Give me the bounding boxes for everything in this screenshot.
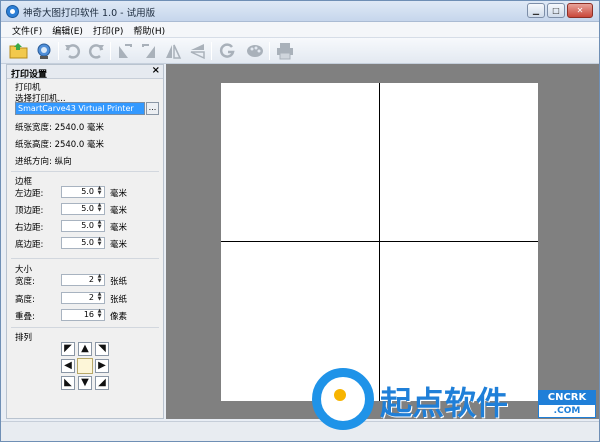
size-heading: 大小 bbox=[15, 265, 33, 275]
redo-icon[interactable] bbox=[86, 41, 106, 61]
top-margin-unit: 毫米 bbox=[110, 206, 128, 216]
stepper-arrows-icon[interactable]: ▲ ▼ bbox=[96, 203, 103, 215]
menu-bar: 文件(F) 编辑(E) 打印(P) 帮助(H) bbox=[1, 22, 599, 38]
height-value: 2 bbox=[88, 293, 94, 302]
paper-height-text: 纸张高度: 2540.0 毫米 bbox=[15, 140, 105, 150]
arrange-bottom-button[interactable]: ▼ bbox=[78, 376, 92, 390]
width-label: 宽度: bbox=[15, 277, 35, 287]
overlap-value: 16 bbox=[83, 310, 94, 319]
paper-preview[interactable] bbox=[221, 83, 538, 401]
margins-heading: 边框 bbox=[15, 177, 33, 187]
right-margin-stepper[interactable]: 5.0 ▲ ▼ bbox=[61, 220, 105, 232]
toolbar bbox=[1, 38, 599, 64]
left-margin-unit: 毫米 bbox=[110, 189, 128, 199]
paper-width-text: 纸张宽度: 2540.0 毫米 bbox=[15, 123, 105, 133]
arrange-top-left-button[interactable]: ◤ bbox=[61, 342, 75, 356]
printer-field[interactable]: SmartCarve43 Virtual Printer bbox=[15, 102, 145, 115]
arrange-bottom-right-button[interactable]: ◢ bbox=[95, 376, 109, 390]
section-divider bbox=[11, 258, 159, 259]
overlap-unit: 像素 bbox=[110, 312, 128, 322]
window-controls: ▁ □ ✕ bbox=[527, 3, 593, 18]
bottom-margin-value: 5.0 bbox=[81, 238, 94, 247]
stepper-arrows-icon[interactable]: ▲ ▼ bbox=[96, 292, 103, 304]
stepper-arrows-icon[interactable]: ▲ ▼ bbox=[96, 237, 103, 249]
height-unit: 张纸 bbox=[110, 295, 128, 305]
height-label: 高度: bbox=[15, 295, 35, 305]
left-margin-value: 5.0 bbox=[81, 187, 94, 196]
tile-divider-vertical bbox=[379, 83, 380, 401]
watermark-badge-top: CNCRK bbox=[539, 391, 595, 405]
height-stepper[interactable]: 2 ▲ ▼ bbox=[61, 292, 105, 304]
g-icon[interactable] bbox=[217, 41, 237, 61]
panel-close-button[interactable]: × bbox=[152, 65, 160, 76]
section-divider bbox=[11, 171, 159, 172]
menu-help[interactable]: 帮助(H) bbox=[128, 22, 170, 37]
app-icon bbox=[6, 5, 19, 18]
watermark-logo-icon bbox=[312, 368, 374, 430]
overlap-label: 重叠: bbox=[15, 312, 35, 322]
flip-right-icon[interactable] bbox=[139, 41, 159, 61]
arrange-left-button[interactable]: ◀ bbox=[61, 359, 75, 373]
width-stepper[interactable]: 2 ▲ ▼ bbox=[61, 274, 105, 286]
menu-file[interactable]: 文件(F) bbox=[7, 22, 47, 37]
print-settings-panel: 打印设置 × 打印机 选择打印机... SmartCarve43 Virtual… bbox=[6, 64, 164, 419]
section-divider bbox=[11, 327, 159, 328]
arrange-grid: ◤ ▲ ◥ ◀ ▶ ◣ ▼ ◢ bbox=[61, 342, 111, 392]
top-margin-stepper[interactable]: 5.0 ▲ ▼ bbox=[61, 203, 105, 215]
panel-title: 打印设置 bbox=[11, 70, 48, 80]
browse-printer-button[interactable]: ... bbox=[146, 102, 159, 115]
flip-left-icon[interactable] bbox=[115, 41, 135, 61]
camera-icon[interactable] bbox=[34, 41, 54, 61]
width-value: 2 bbox=[88, 275, 94, 284]
stepper-arrows-icon[interactable]: ▲ ▼ bbox=[96, 220, 103, 232]
toolbar-separator bbox=[211, 42, 212, 60]
top-margin-label: 顶边距: bbox=[15, 206, 44, 216]
stepper-arrows-icon[interactable]: ▲ ▼ bbox=[96, 186, 103, 198]
window-title: 神奇大图打印软件 1.0 - 试用版 bbox=[23, 8, 156, 19]
arrange-right-button[interactable]: ▶ bbox=[95, 359, 109, 373]
bottom-margin-stepper[interactable]: 5.0 ▲ ▼ bbox=[61, 237, 105, 249]
feed-direction-text: 进纸方向: 纵向 bbox=[15, 157, 72, 167]
toolbar-separator bbox=[269, 42, 270, 60]
arrange-center-button[interactable] bbox=[77, 358, 93, 374]
mirror-horizontal-icon[interactable] bbox=[163, 41, 183, 61]
left-margin-label: 左边距: bbox=[15, 189, 44, 199]
watermark-logo: 起点软件 CNCRK .COM bbox=[310, 364, 600, 442]
maximize-button[interactable]: □ bbox=[547, 3, 565, 18]
arrange-top-button[interactable]: ▲ bbox=[78, 342, 92, 356]
arrange-heading: 排列 bbox=[15, 333, 33, 343]
undo-icon[interactable] bbox=[63, 41, 83, 61]
stepper-arrows-icon[interactable]: ▲ ▼ bbox=[96, 274, 103, 286]
close-button[interactable]: ✕ bbox=[567, 3, 593, 18]
right-margin-value: 5.0 bbox=[81, 221, 94, 230]
printer-icon[interactable] bbox=[275, 41, 295, 61]
palette-icon[interactable] bbox=[245, 41, 265, 61]
title-bar[interactable]: 神奇大图打印软件 1.0 - 试用版 ▁ □ ✕ bbox=[1, 1, 599, 22]
menu-edit[interactable]: 编辑(E) bbox=[47, 22, 88, 37]
menu-print[interactable]: 打印(P) bbox=[88, 22, 128, 37]
panel-header: 打印设置 × bbox=[7, 65, 163, 80]
mirror-vertical-icon[interactable] bbox=[187, 41, 207, 61]
watermark-brand: 起点软件 bbox=[380, 384, 509, 422]
arrange-top-right-button[interactable]: ◥ bbox=[95, 342, 109, 356]
minimize-button[interactable]: ▁ bbox=[527, 3, 545, 18]
bottom-margin-label: 底边距: bbox=[15, 240, 44, 250]
arrange-bottom-left-button[interactable]: ◣ bbox=[61, 376, 75, 390]
toolbar-separator bbox=[58, 42, 59, 60]
bottom-margin-unit: 毫米 bbox=[110, 240, 128, 250]
open-folder-icon[interactable] bbox=[9, 41, 29, 61]
toolbar-separator bbox=[110, 42, 111, 60]
overlap-stepper[interactable]: 16 ▲ ▼ bbox=[61, 309, 105, 321]
right-margin-label: 右边距: bbox=[15, 223, 44, 233]
top-margin-value: 5.0 bbox=[81, 204, 94, 213]
watermark-badge-bottom: .COM bbox=[553, 406, 581, 416]
watermark-badge: CNCRK .COM bbox=[538, 390, 596, 418]
right-margin-unit: 毫米 bbox=[110, 223, 128, 233]
left-margin-stepper[interactable]: 5.0 ▲ ▼ bbox=[61, 186, 105, 198]
stepper-arrows-icon[interactable]: ▲ ▼ bbox=[96, 309, 103, 321]
tile-divider-horizontal bbox=[221, 241, 538, 242]
width-unit: 张纸 bbox=[110, 277, 128, 287]
